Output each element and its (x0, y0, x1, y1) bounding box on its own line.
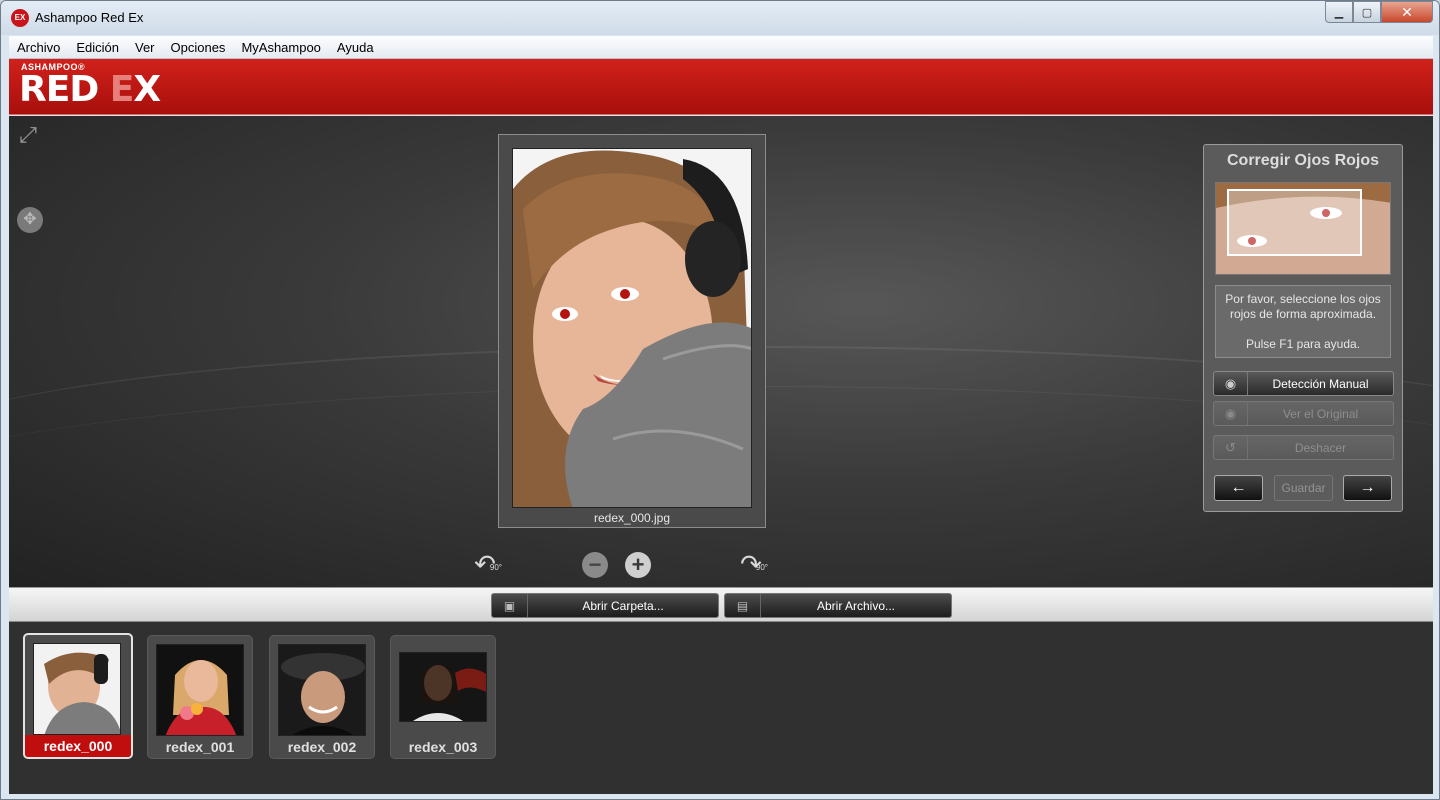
app-window: EX Ashampoo Red Ex ▁ ▢ ✕ Archivo Edición… (0, 0, 1440, 800)
open-file-button[interactable]: ▤ Abrir Archivo... (724, 593, 952, 618)
brand-banner: ASHAMPOO® RED EX (9, 59, 1433, 115)
maximize-button[interactable]: ▢ (1353, 1, 1381, 23)
thumbnail-label: redex_000 (25, 735, 131, 757)
instructions-box: Por favor, seleccione los ojos rojos de … (1215, 285, 1391, 358)
menu-ayuda[interactable]: Ayuda (329, 40, 382, 55)
save-button[interactable]: Guardar (1274, 475, 1333, 501)
open-folder-button[interactable]: ▣ Abrir Carpeta... (491, 593, 719, 618)
window-title: Ashampoo Red Ex (35, 10, 144, 25)
thumbnail-label: redex_001 (165, 739, 235, 755)
zoom-out-button[interactable]: − (582, 552, 608, 578)
arrow-right-icon: → (1359, 479, 1376, 496)
rotate-right-degrees: 90° (755, 563, 768, 572)
eye-preview[interactable] (1215, 182, 1391, 275)
thumbnail-image (399, 652, 487, 722)
thumbnail-item[interactable]: redex_002 (269, 635, 375, 759)
previous-image-button[interactable]: ← (1214, 475, 1263, 501)
thumbnail-label: redex_002 (287, 739, 357, 755)
logo-x-text: X (133, 69, 161, 110)
thumbnail-image (278, 644, 366, 736)
pan-icon[interactable]: ✥ (17, 207, 43, 233)
view-original-button[interactable]: ◉ Ver el Original (1213, 401, 1394, 426)
view-original-label: Ver el Original (1282, 406, 1359, 421)
thumbnail-photo (157, 645, 243, 735)
instructions-text: Por favor, seleccione los ojos rojos de … (1225, 292, 1381, 321)
panel-title: Corregir Ojos Rojos (1226, 152, 1380, 169)
camera-folder-icon: ▣ (492, 594, 528, 617)
rotate-right-button[interactable]: ↷ 90° (736, 550, 768, 580)
main-photo-frame: redex_000.jpg (498, 134, 766, 528)
undo-icon: ↺ (1214, 436, 1248, 459)
window-controls: ▁ ▢ ✕ (1325, 1, 1433, 23)
open-file-label: Abrir Archivo... (816, 598, 896, 613)
thumbnail-photo (34, 644, 120, 734)
photo-filename: redex_000.jpg (593, 511, 671, 525)
zoom-in-button[interactable]: + (625, 552, 651, 578)
selection-rectangle[interactable] (1227, 189, 1362, 256)
app-icon: EX (11, 9, 29, 27)
rotate-left-button[interactable]: ↶ 90° (470, 550, 502, 580)
menu-opciones[interactable]: Opciones (163, 40, 234, 55)
thumbnail-image (156, 644, 244, 736)
help-hint: Pulse F1 para ayuda. (1245, 337, 1361, 351)
arrow-left-icon: ← (1230, 479, 1247, 496)
undo-label: Deshacer (1294, 440, 1347, 455)
menu-edicion[interactable]: Edición (68, 40, 127, 55)
thumbnail-label: redex_003 (408, 739, 478, 755)
app-logo: RED EX (19, 69, 161, 110)
image-workarea: ⤢ ✥ redex_000.jpg ↶ 90° − + ↷ 90° Correg… (9, 116, 1433, 587)
rotate-left-degrees: 90° (489, 563, 502, 572)
file-icon: ▤ (725, 594, 761, 617)
thumbnail-item[interactable]: redex_003 (390, 635, 496, 759)
thumbnail-strip: redex_000 redex_001 redex_002 redex_003 (9, 622, 1433, 794)
redeye-panel: Corregir Ojos Rojos Por favor, seleccion… (1203, 144, 1403, 512)
title-bar[interactable]: EX Ashampoo Red Ex ▁ ▢ ✕ (1, 1, 1439, 35)
next-image-button[interactable]: → (1343, 475, 1392, 501)
logo-e-text: E (109, 69, 135, 110)
open-folder-label: Abrir Carpeta... (582, 598, 664, 613)
thumbnail-item[interactable]: redex_001 (147, 635, 253, 759)
fullscreen-icon[interactable]: ⤢ (15, 122, 41, 148)
undo-button[interactable]: ↺ Deshacer (1213, 435, 1394, 460)
manual-detection-button[interactable]: ◉ Detección Manual (1213, 371, 1394, 396)
open-toolbar: ▣ Abrir Carpeta... ▤ Abrir Archivo... (9, 587, 1433, 622)
menu-archivo[interactable]: Archivo (9, 40, 68, 55)
main-photo[interactable] (512, 148, 752, 508)
thumbnail-item[interactable]: redex_000 (23, 633, 133, 759)
menu-bar: Archivo Edición Ver Opciones MyAshampoo … (9, 36, 1433, 59)
logo-red-text: RED (19, 69, 110, 110)
thumbnail-image (33, 643, 121, 735)
eye-manual-icon: ◉ (1214, 372, 1248, 395)
thumbnail-photo (279, 645, 365, 735)
portrait-photo (513, 149, 751, 507)
minimize-button[interactable]: ▁ (1325, 1, 1353, 23)
window-bottom-border (1, 794, 1439, 799)
menu-ver[interactable]: Ver (127, 40, 163, 55)
thumbnail-photo (400, 653, 486, 721)
menu-myashampoo[interactable]: MyAshampoo (233, 40, 328, 55)
manual-detection-label: Detección Manual (1272, 376, 1369, 391)
close-button[interactable]: ✕ (1381, 1, 1433, 23)
eye-icon: ◉ (1214, 402, 1248, 425)
